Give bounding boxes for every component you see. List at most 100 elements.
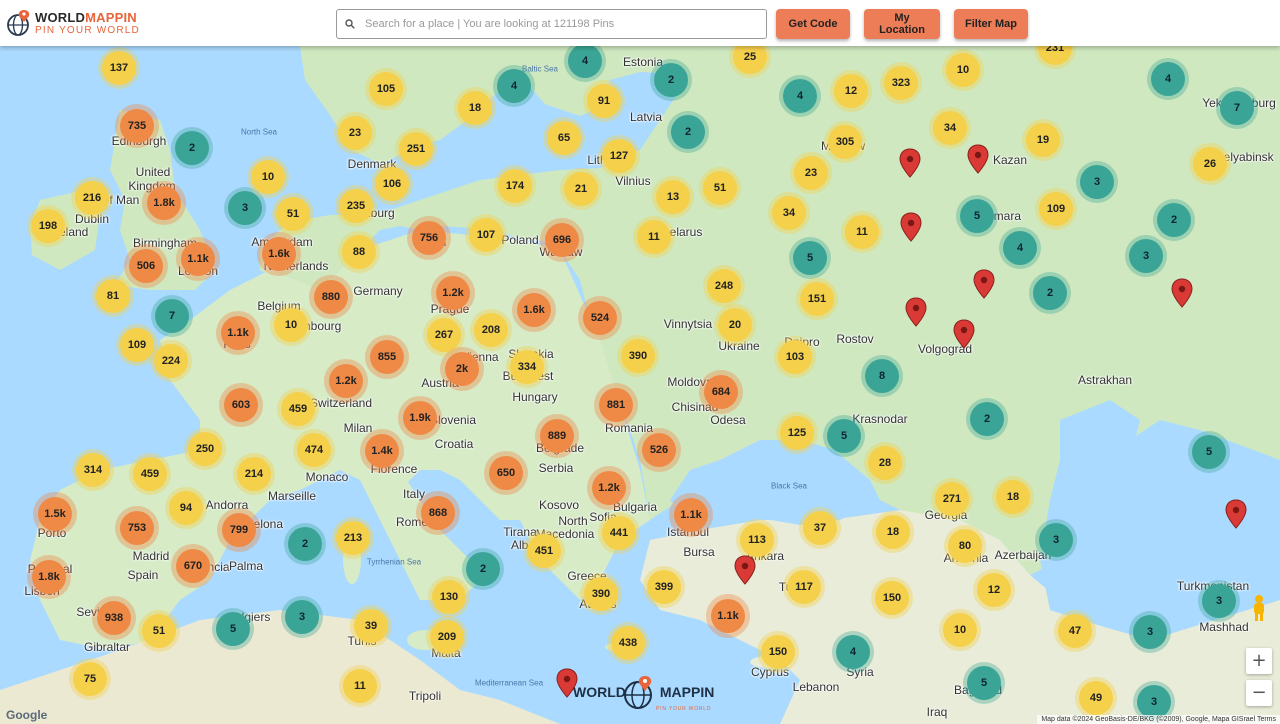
pin-cluster[interactable]: 7	[155, 299, 189, 333]
pin-cluster[interactable]: 174	[498, 169, 532, 203]
pin-cluster[interactable]: 1.5k	[38, 497, 72, 531]
pin-cluster[interactable]: 235	[339, 189, 373, 223]
pin-cluster[interactable]: 2	[1033, 276, 1067, 310]
pin-cluster[interactable]: 1.9k	[403, 401, 437, 435]
pin-cluster[interactable]: 103	[778, 340, 812, 374]
pin-cluster[interactable]: 125	[780, 416, 814, 450]
map-marker-icon[interactable]	[967, 144, 989, 174]
pin-cluster[interactable]: 251	[399, 132, 433, 166]
pin-cluster[interactable]: 2	[466, 552, 500, 586]
pin-cluster[interactable]: 4	[1003, 231, 1037, 265]
pin-cluster[interactable]: 65	[547, 121, 581, 155]
pin-cluster[interactable]: 271	[935, 482, 969, 516]
pin-cluster[interactable]: 459	[281, 392, 315, 426]
zoom-in-button[interactable]: +	[1246, 648, 1272, 674]
pin-cluster[interactable]: 105	[369, 72, 403, 106]
pin-cluster[interactable]: 735	[120, 109, 154, 143]
pin-cluster[interactable]: 18	[876, 515, 910, 549]
pin-cluster[interactable]: 438	[611, 626, 645, 660]
pin-cluster[interactable]: 12	[834, 74, 868, 108]
map-marker-icon[interactable]	[953, 319, 975, 349]
pin-cluster[interactable]: 1.1k	[711, 599, 745, 633]
search-input[interactable]	[363, 17, 766, 31]
map-attribution[interactable]: Map data ©2024 GeoBasis-DE/BKG (©2009), …	[1037, 715, 1280, 724]
pin-cluster[interactable]: 390	[584, 577, 618, 611]
pin-cluster[interactable]: 106	[375, 167, 409, 201]
pin-cluster[interactable]: 250	[188, 432, 222, 466]
pin-cluster[interactable]: 11	[637, 220, 671, 254]
pin-cluster[interactable]: 117	[787, 570, 821, 604]
pin-cluster[interactable]: 684	[704, 375, 738, 409]
pin-cluster[interactable]: 4	[783, 79, 817, 113]
pin-cluster[interactable]: 214	[237, 457, 271, 491]
pin-cluster[interactable]: 2	[970, 402, 1004, 436]
pin-cluster[interactable]: 2k	[445, 352, 479, 386]
map-marker-icon[interactable]	[900, 212, 922, 242]
pin-cluster[interactable]: 26	[1193, 147, 1227, 181]
pin-cluster[interactable]: 1.2k	[329, 364, 363, 398]
pin-cluster[interactable]: 20	[718, 308, 752, 342]
pin-cluster[interactable]: 5	[216, 612, 250, 646]
pin-cluster[interactable]: 198	[31, 209, 65, 243]
pin-cluster[interactable]: 109	[1039, 192, 1073, 226]
pin-cluster[interactable]: 1.8k	[32, 560, 66, 594]
pin-cluster[interactable]: 267	[427, 318, 461, 352]
map-marker-icon[interactable]	[1225, 499, 1247, 529]
pin-cluster[interactable]: 113	[740, 523, 774, 557]
pin-cluster[interactable]: 13	[656, 180, 690, 214]
pin-cluster[interactable]: 524	[583, 301, 617, 335]
pin-cluster[interactable]: 248	[707, 269, 741, 303]
pin-cluster[interactable]: 81	[96, 279, 130, 313]
pin-cluster[interactable]: 51	[276, 197, 310, 231]
pin-cluster[interactable]: 216	[75, 181, 109, 215]
pin-cluster[interactable]: 4	[1151, 62, 1185, 96]
pin-cluster[interactable]: 753	[120, 511, 154, 545]
street-view-pegman-icon[interactable]	[1250, 594, 1268, 622]
pin-cluster[interactable]: 3	[1133, 615, 1167, 649]
get-code-button[interactable]: Get Code	[776, 9, 850, 39]
pin-cluster[interactable]: 1.2k	[436, 276, 470, 310]
pin-cluster[interactable]: 224	[154, 344, 188, 378]
pin-cluster[interactable]: 80	[948, 529, 982, 563]
pin-cluster[interactable]: 3	[285, 600, 319, 634]
pin-cluster[interactable]: 213	[336, 521, 370, 555]
pin-cluster[interactable]: 855	[370, 340, 404, 374]
search-box[interactable]	[336, 9, 767, 39]
pin-cluster[interactable]: 3	[1137, 685, 1171, 719]
pin-cluster[interactable]: 506	[129, 249, 163, 283]
pin-cluster[interactable]: 91	[587, 84, 621, 118]
pin-cluster[interactable]: 1.1k	[674, 498, 708, 532]
pin-cluster[interactable]: 5	[967, 666, 1001, 700]
pin-cluster[interactable]: 4	[836, 635, 870, 669]
pin-cluster[interactable]: 1.8k	[147, 186, 181, 220]
pin-cluster[interactable]: 137	[102, 51, 136, 85]
map-marker-icon[interactable]	[1171, 278, 1193, 308]
pin-cluster[interactable]: 47	[1058, 614, 1092, 648]
pin-cluster[interactable]: 151	[800, 282, 834, 316]
pin-cluster[interactable]: 10	[251, 160, 285, 194]
pin-cluster[interactable]: 130	[432, 580, 466, 614]
zoom-out-button[interactable]: −	[1246, 680, 1272, 706]
pin-cluster[interactable]: 881	[599, 388, 633, 422]
pin-cluster[interactable]: 88	[342, 235, 376, 269]
pin-cluster[interactable]: 2	[1157, 203, 1191, 237]
pin-cluster[interactable]: 209	[430, 620, 464, 654]
map-marker-icon[interactable]	[973, 269, 995, 299]
pin-cluster[interactable]: 1.4k	[365, 434, 399, 468]
pin-cluster[interactable]: 39	[354, 609, 388, 643]
pin-cluster[interactable]: 868	[421, 496, 455, 530]
pin-cluster[interactable]: 441	[602, 516, 636, 550]
pin-cluster[interactable]: 474	[297, 433, 331, 467]
pin-cluster[interactable]: 756	[412, 221, 446, 255]
pin-cluster[interactable]: 799	[222, 513, 256, 547]
pin-cluster[interactable]: 18	[996, 480, 1030, 514]
pin-cluster[interactable]: 314	[76, 453, 110, 487]
pin-cluster[interactable]: 2	[654, 63, 688, 97]
pin-cluster[interactable]: 390	[621, 339, 655, 373]
pin-cluster[interactable]: 34	[772, 196, 806, 230]
pin-cluster[interactable]: 603	[224, 388, 258, 422]
pin-cluster[interactable]: 323	[884, 66, 918, 100]
pin-cluster[interactable]: 94	[169, 491, 203, 525]
pin-cluster[interactable]: 10	[274, 308, 308, 342]
map-canvas[interactable]: EstoniaLatviaLithVilniusBelarusPolandWar…	[0, 0, 1280, 724]
